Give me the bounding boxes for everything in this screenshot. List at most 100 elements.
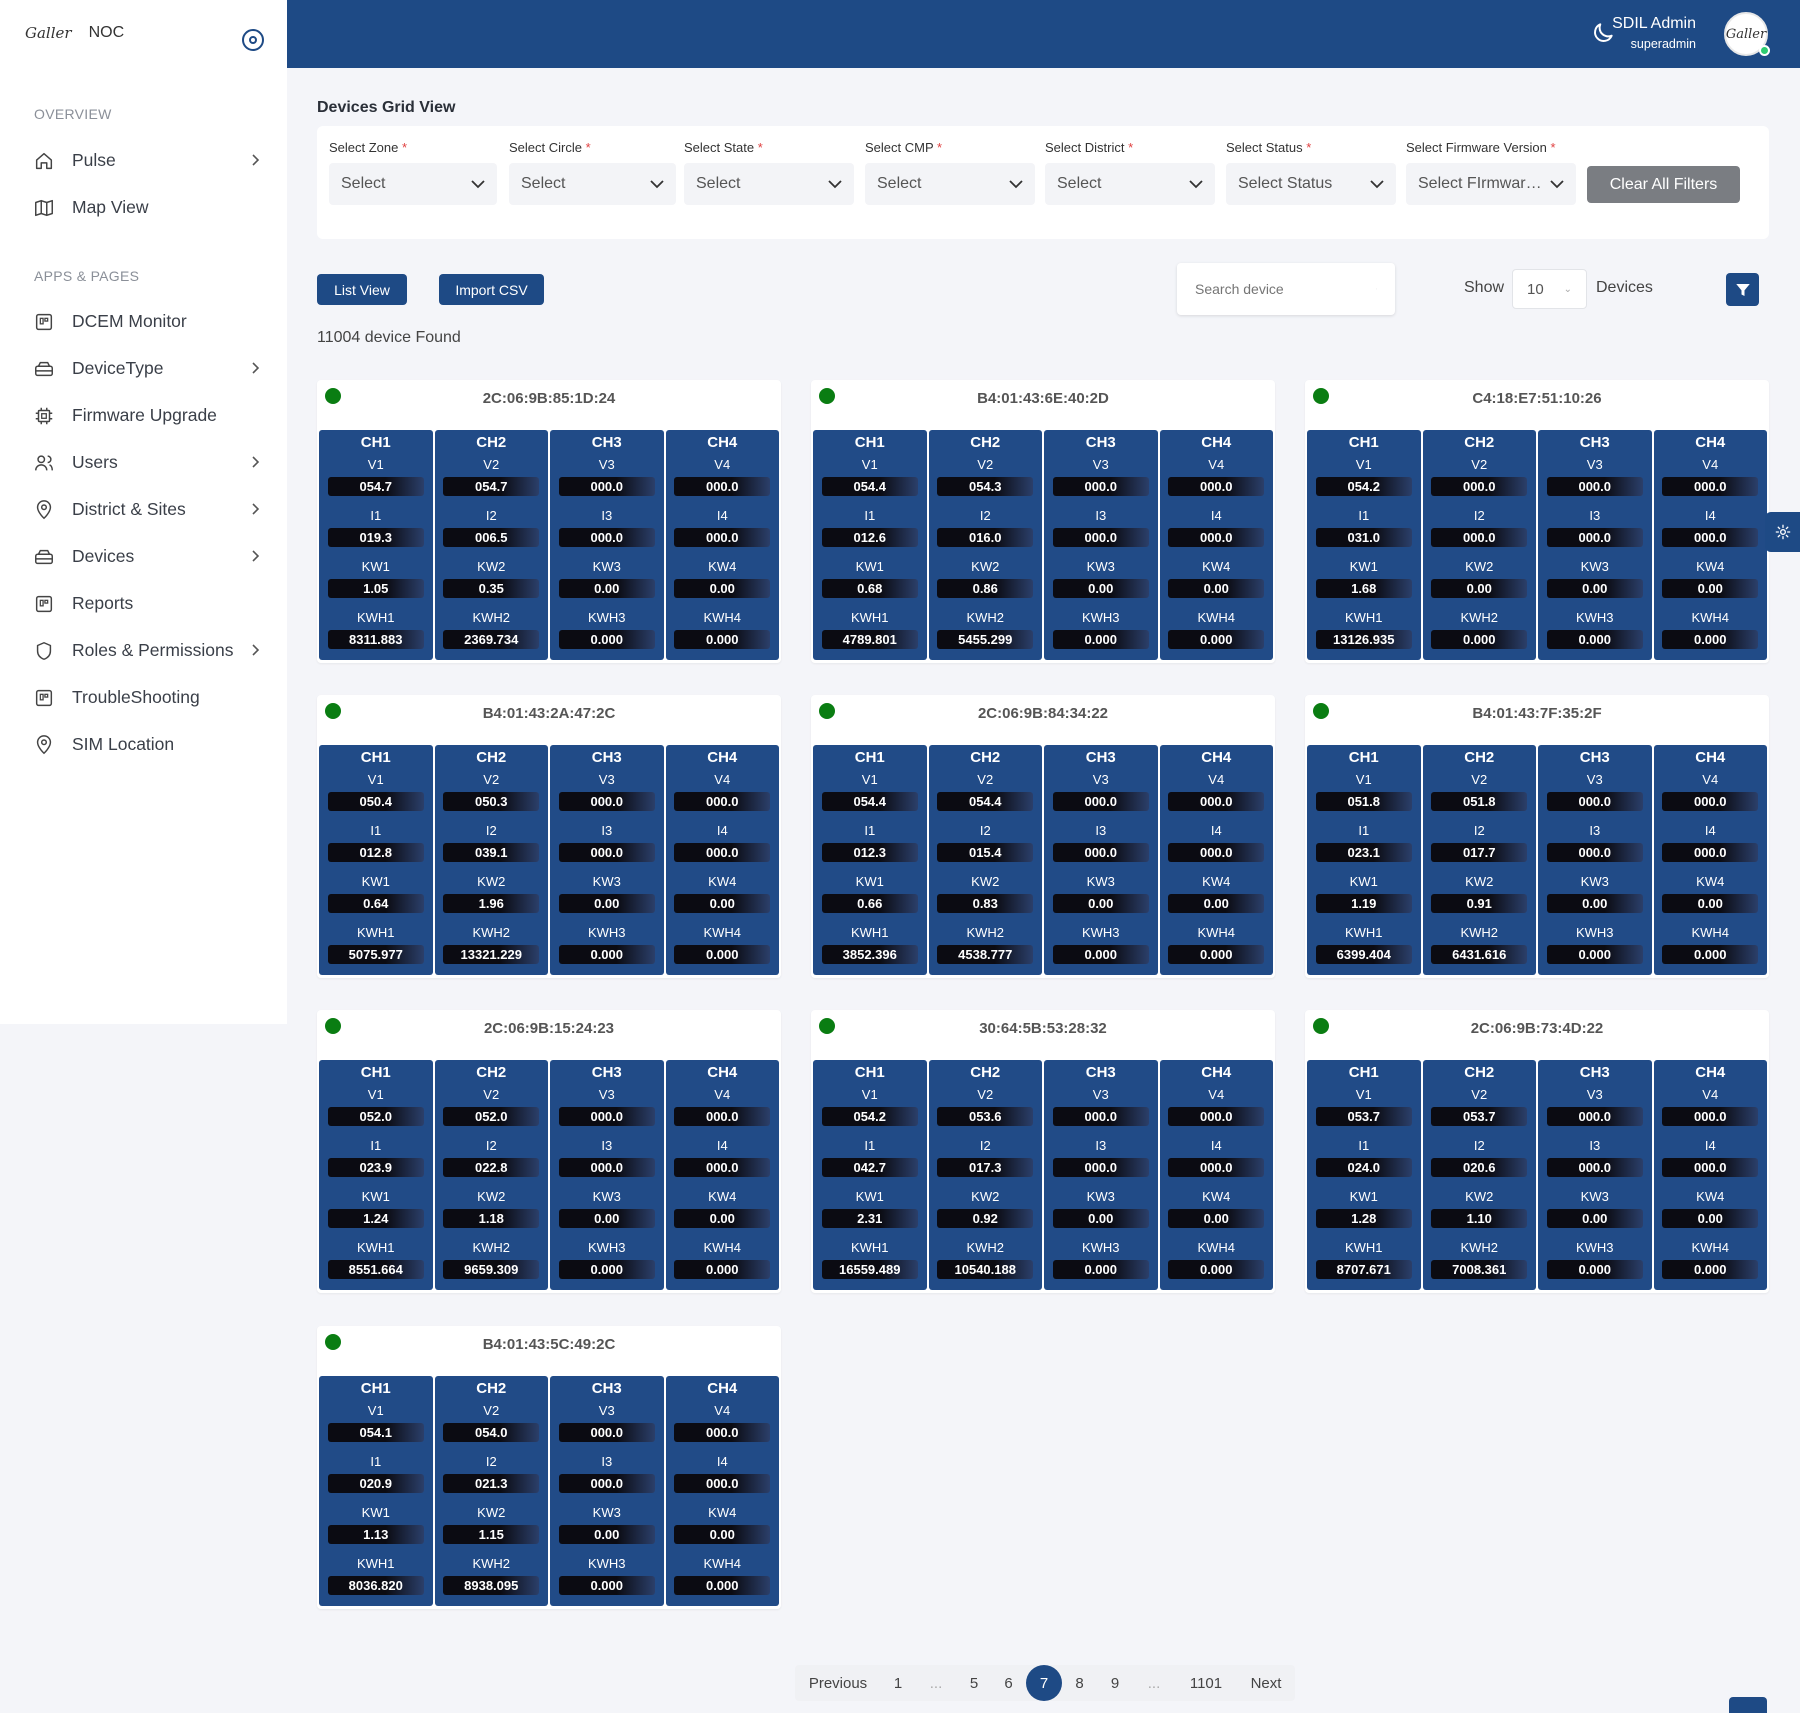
topbar [287, 0, 1800, 68]
voltage-label: V1 [1355, 772, 1372, 787]
channel-name: CH2 [476, 749, 507, 766]
sidebar-item-devicetype[interactable]: DeviceType [30, 345, 265, 392]
select-zone-select[interactable]: Select [329, 163, 497, 205]
clear-all-filters-button[interactable]: Clear All Filters [1587, 166, 1740, 203]
current-value: 022.8 [443, 1158, 540, 1177]
current-label: I1 [1358, 823, 1370, 838]
channel-name: CH2 [970, 434, 1001, 451]
current-value: 000.0 [558, 1474, 655, 1493]
power-value: 0.00 [558, 894, 655, 913]
device-card[interactable]: 2C:06:9B:73:4D:22 CH1 V1 053.7 I1 024.0 KW1 1.2… [1305, 1010, 1769, 1293]
avatar-logo: Galler [1725, 26, 1767, 42]
device-card[interactable]: B4:01:43:6E:40:2D CH1 V1 054.4 I1 012.6 KW1 0.6… [811, 380, 1275, 663]
search-input[interactable] [1195, 281, 1376, 297]
device-card[interactable]: 2C:06:9B:85:1D:24 CH1 V1 054.7 I1 019.3 KW1 1.0… [317, 380, 781, 663]
brand[interactable]: Galler NOC [25, 24, 124, 42]
previous-page-button[interactable]: Previous [795, 1665, 881, 1701]
select-cmp-select[interactable]: Select [865, 163, 1035, 205]
voltage-label: V4 [714, 457, 731, 472]
sidebar-item-label: Roles & Permissions [72, 640, 234, 660]
channel-panel: CH4 V4 000.0 I4 000.0 KW4 0.00 KWH4 0.000 [665, 430, 779, 660]
device-card[interactable]: 2C:06:9B:15:24:23 CH1 V1 052.0 I1 023.9 KW1 1.2… [317, 1010, 781, 1293]
power-label: KW1 [1349, 874, 1378, 889]
channel-name: CH4 [1201, 749, 1232, 766]
energy-label: KWH1 [850, 925, 889, 940]
device-card[interactable]: B4:01:43:7F:35:2F CH1 V1 051.8 I1 023.1 KW1 1.1… [1305, 695, 1769, 978]
device-card[interactable]: C4:18:E7:51:10:26 CH1 V1 054.2 I1 031.0 KW1 1.6… [1305, 380, 1769, 663]
required-mark: * [757, 140, 763, 155]
channel-panel: CH3 V3 000.0 I3 000.0 KW3 0.00 KWH3 0.000 [1044, 745, 1158, 975]
filter-button[interactable] [1726, 273, 1759, 306]
sidebar-item-users[interactable]: Users [30, 439, 265, 486]
energy-label: KWH1 [356, 1556, 395, 1571]
current-value: 000.0 [558, 843, 655, 862]
page-6-button[interactable]: 6 [991, 1665, 1026, 1701]
channel-name: CH4 [707, 434, 738, 451]
energy-value: 0.000 [1168, 630, 1265, 649]
voltage-value: 054.3 [937, 477, 1034, 496]
device-card[interactable]: 2C:06:9B:84:34:22 CH1 V1 054.4 I1 012.3 KW1 0.6… [811, 695, 1275, 978]
power-value: 0.00 [674, 579, 771, 598]
sidebar-item-sim-location[interactable]: SIM Location [30, 721, 265, 768]
current-label: I4 [1704, 508, 1716, 523]
select-status-select[interactable]: Select Status [1226, 163, 1396, 205]
voltage-label: V3 [1586, 772, 1603, 787]
power-value: 1.15 [443, 1525, 540, 1544]
select-district-select[interactable]: Select [1045, 163, 1215, 205]
import-csv-button[interactable]: Import CSV [439, 274, 544, 305]
device-card[interactable]: B4:01:43:2A:47:2C CH1 V1 050.4 I1 012.8 KW1 0.6… [317, 695, 781, 978]
page-1101-button[interactable]: 1101 [1175, 1665, 1237, 1701]
voltage-label: V2 [483, 1403, 500, 1418]
current-label: I4 [716, 823, 728, 838]
funnel-icon [1735, 283, 1750, 296]
channel-name: CH3 [1579, 749, 1610, 766]
select-value: Select [877, 175, 922, 192]
list-view-button[interactable]: List View [317, 274, 407, 305]
pagination-ellipsis[interactable]: ... [1133, 1665, 1175, 1701]
current-label: I4 [1210, 1138, 1222, 1153]
page-size-select[interactable]: 10 ⌄ [1512, 269, 1587, 309]
sidebar-item-reports[interactable]: Reports [30, 580, 265, 627]
search-icon[interactable] [1376, 283, 1377, 295]
select-state-select[interactable]: Select [684, 163, 854, 205]
sidebar-item-devices[interactable]: Devices [30, 533, 265, 580]
sidebar-item-pulse[interactable]: Pulse [30, 137, 265, 184]
device-card[interactable]: 30:64:5B:53:28:32 CH1 V1 054.2 I1 042.7 KW1 2.3… [811, 1010, 1275, 1293]
power-value: 0.00 [558, 1209, 655, 1228]
next-page-button[interactable]: Next [1237, 1665, 1295, 1701]
select-circle-select[interactable]: Select [509, 163, 676, 205]
device-card[interactable]: B4:01:43:5C:49:2C CH1 V1 054.1 I1 020.9 KW1 1.1… [317, 1326, 781, 1609]
energy-label: KWH1 [1344, 925, 1383, 940]
energy-value: 6399.404 [1315, 945, 1412, 964]
voltage-label: V2 [977, 772, 994, 787]
sidebar-item-dcem-monitor[interactable]: DCEM Monitor [30, 298, 265, 345]
power-value: 0.00 [674, 1525, 771, 1544]
page-9-button[interactable]: 9 [1097, 1665, 1133, 1701]
power-value: 1.19 [1315, 894, 1412, 913]
sidebar-item-troubleshooting[interactable]: TroubleShooting [30, 674, 265, 721]
pagination-ellipsis[interactable]: ... [915, 1665, 957, 1701]
select-firmware-version-select[interactable]: Select FIrmware Version [1406, 163, 1576, 205]
apps-nav: DCEM Monitor DeviceType Firmware Upgrade Us… [30, 298, 265, 768]
page-1-button[interactable]: 1 [881, 1665, 915, 1701]
current-label: I3 [601, 508, 613, 523]
page-8-button[interactable]: 8 [1062, 1665, 1097, 1701]
energy-label: KWH2 [1460, 925, 1499, 940]
page-7-button[interactable]: 7 [1026, 1665, 1062, 1701]
sidebar-toggle-icon[interactable] [242, 29, 264, 51]
sidebar-item-firmware-upgrade[interactable]: Firmware Upgrade [30, 392, 265, 439]
page-5-button[interactable]: 5 [957, 1665, 991, 1701]
channel-panel: CH3 V3 000.0 I3 000.0 KW3 0.00 KWH3 0.000 [1044, 1060, 1158, 1290]
voltage-value: 000.0 [1168, 1107, 1265, 1126]
settings-gear-icon[interactable] [1765, 512, 1800, 552]
power-label: KW2 [477, 874, 506, 889]
sidebar-item-map-view[interactable]: Map View [30, 184, 265, 231]
current-value: 023.1 [1315, 843, 1412, 862]
user-name[interactable]: SDIL Admin [1612, 15, 1696, 33]
sidebar-item-district-sites[interactable]: District & Sites [30, 486, 265, 533]
scroll-to-top-button[interactable] [1729, 1697, 1767, 1713]
power-label: KW3 [592, 874, 621, 889]
current-value: 000.0 [1662, 528, 1759, 547]
current-label: I2 [979, 1138, 991, 1153]
sidebar-item-roles-permissions[interactable]: Roles & Permissions [30, 627, 265, 674]
